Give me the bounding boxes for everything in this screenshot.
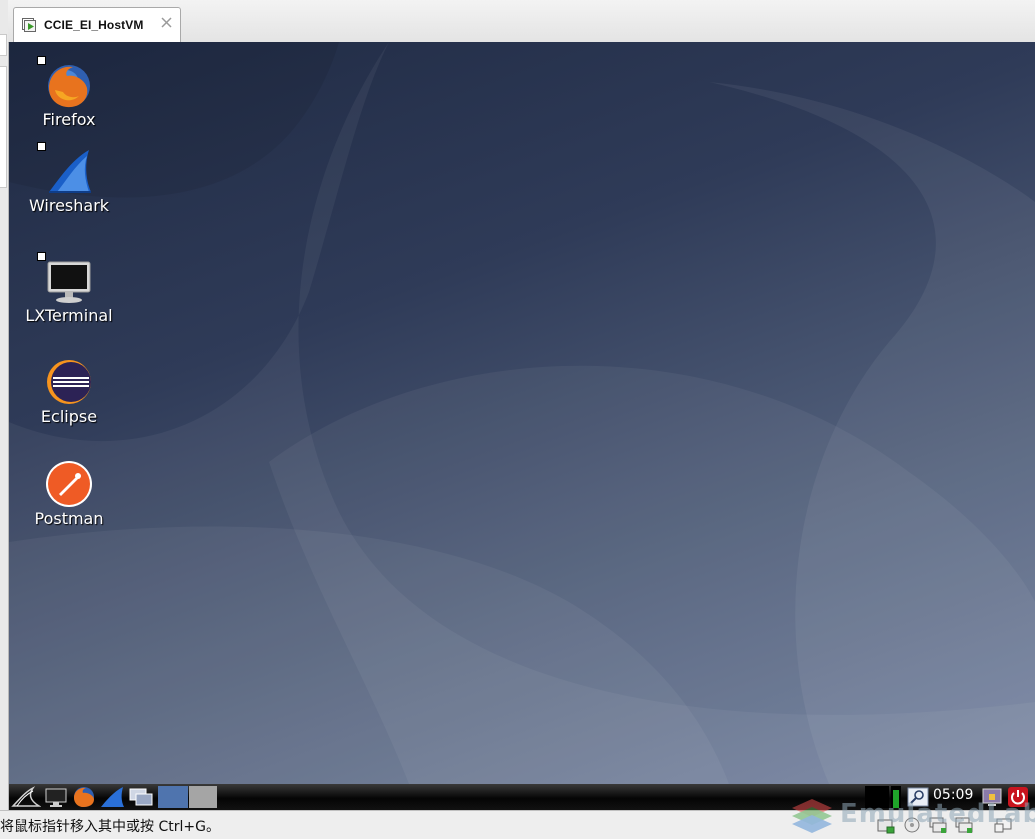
status-hint-text: 将鼠标指针移入其中或按 Ctrl+G。 bbox=[0, 819, 220, 835]
cd-rom-icon[interactable] bbox=[902, 816, 922, 834]
search-icon[interactable] bbox=[907, 786, 929, 808]
tab-ccie-ei-hostvm[interactable]: CCIE_EI_HostVM bbox=[13, 7, 181, 42]
device-status-icons bbox=[870, 814, 1030, 836]
lock-screen-icon[interactable] bbox=[981, 786, 1003, 808]
wallpaper bbox=[9, 42, 1035, 784]
host-panel-stub[interactable] bbox=[0, 66, 7, 188]
host-status-bar: 将鼠标指针移入其中或按 Ctrl+G。 bbox=[0, 810, 1035, 839]
wireshark-icon bbox=[49, 150, 91, 193]
wireshark-icon[interactable] bbox=[99, 786, 125, 808]
power-icon[interactable] bbox=[1007, 786, 1029, 808]
workspace-1[interactable] bbox=[158, 786, 188, 808]
display-icon[interactable] bbox=[994, 816, 1014, 834]
desktop-icon-postman[interactable]: Postman bbox=[9, 460, 129, 532]
vm-tab-bar: CCIE_EI_HostVM bbox=[8, 0, 1035, 43]
desktop-icon-label: Wireshark bbox=[28, 196, 110, 215]
window-switcher-icon[interactable] bbox=[127, 786, 155, 808]
show-desktop-icon[interactable] bbox=[43, 786, 69, 808]
postman-icon bbox=[46, 461, 92, 507]
desktop-icon-lxterminal[interactable]: LXTerminal bbox=[9, 252, 129, 330]
desktop-icon-label: LXTerminal bbox=[25, 306, 113, 325]
taskbar-clock[interactable]: 05:09 bbox=[933, 787, 973, 803]
guest-taskbar: 05:09 bbox=[9, 784, 1035, 810]
terminal-icon bbox=[47, 261, 91, 303]
network-adapter-icon[interactable] bbox=[954, 816, 974, 834]
workspace-2[interactable] bbox=[189, 786, 217, 808]
desktop-icon-firefox[interactable]: Firefox bbox=[9, 56, 129, 134]
host-panel-stub[interactable] bbox=[0, 34, 7, 56]
desktop-icon-eclipse[interactable]: Eclipse bbox=[9, 358, 129, 430]
network-adapter-icon[interactable] bbox=[928, 816, 948, 834]
desktop-icon-label: Postman bbox=[34, 509, 104, 528]
cpu-monitor-icon bbox=[865, 786, 889, 808]
firefox-icon bbox=[48, 65, 90, 108]
eclipse-icon bbox=[47, 360, 91, 404]
start-menu-icon[interactable] bbox=[11, 786, 41, 808]
hard-disk-icon[interactable] bbox=[876, 816, 896, 834]
network-monitor-icon bbox=[891, 786, 901, 808]
host-left-panel-edge bbox=[0, 0, 9, 810]
desktop-icon-label: Firefox bbox=[42, 110, 96, 129]
vm-play-icon bbox=[22, 18, 36, 32]
firefox-icon[interactable] bbox=[71, 786, 97, 808]
desktop-icon-label: Eclipse bbox=[40, 407, 98, 426]
desktop-icon-wireshark[interactable]: Wireshark bbox=[9, 142, 129, 220]
tab-title: CCIE_EI_HostVM bbox=[44, 18, 144, 32]
close-icon[interactable] bbox=[160, 16, 173, 29]
vm-desktop[interactable]: Firefox Wireshark LXTerminal Eclipse Pos… bbox=[9, 42, 1035, 784]
